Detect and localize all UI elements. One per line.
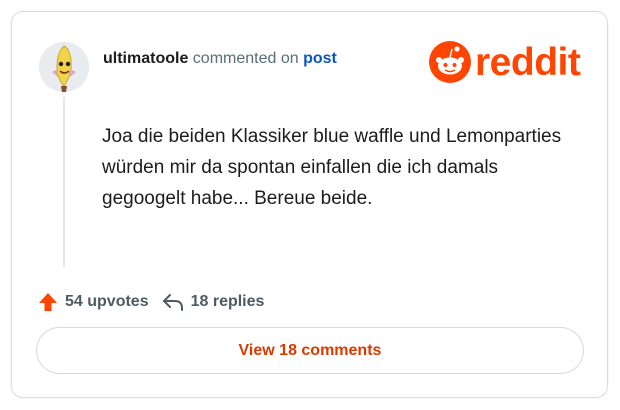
view-comments-button[interactable]: View 18 comments [36, 327, 584, 374]
arrow-up-icon[interactable] [37, 291, 59, 313]
reddit-wordmark: reddit [475, 40, 581, 84]
comment-header: ultimatoole commented on post [103, 50, 337, 68]
username[interactable]: ultimatoole [103, 50, 188, 67]
comment-body: Joa die beiden Klassiker blue waffle und… [102, 126, 562, 209]
reply-arrow-icon[interactable] [161, 291, 185, 313]
replies-action[interactable]: 18 replies [161, 291, 265, 313]
thread-line [63, 97, 65, 267]
post-link[interactable]: post [303, 50, 337, 67]
avatar-image [39, 42, 89, 92]
reddit-logo[interactable]: reddit [429, 40, 581, 84]
avatar[interactable] [39, 42, 89, 92]
upvote-count: 54 upvotes [65, 293, 149, 310]
comment-card: ultimatoole commented on post reddit Joa… [11, 11, 608, 398]
reddit-snoo-icon [429, 41, 471, 83]
upvote-action[interactable]: 54 upvotes [37, 291, 149, 313]
action-text: commented on [192, 50, 299, 67]
replies-count: 18 replies [190, 293, 265, 310]
comment-actions: 54 upvotes 18 replies [37, 291, 264, 313]
